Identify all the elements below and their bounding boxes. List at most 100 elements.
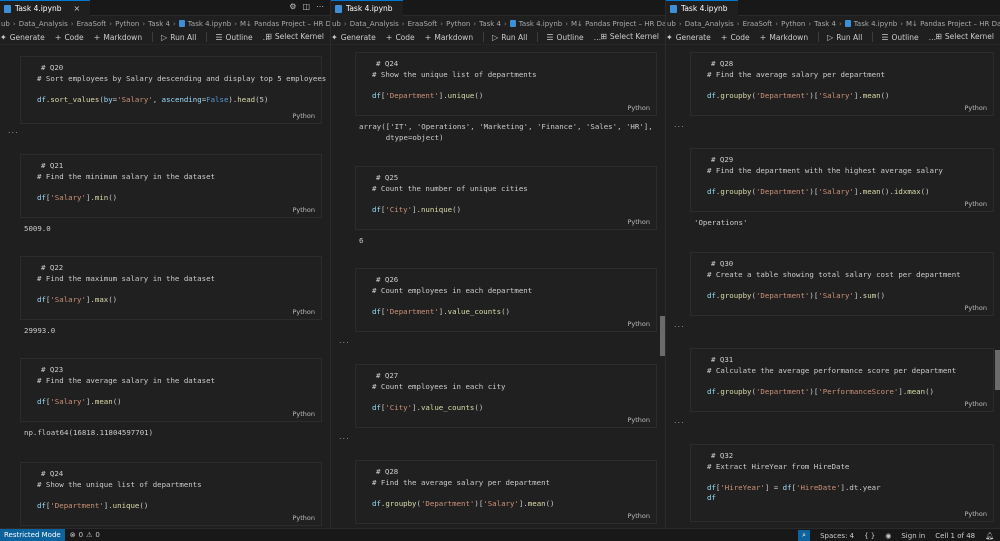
select-kernel-button[interactable]: ⊞ Select Kernel [600, 32, 659, 41]
cell-language-label[interactable]: Python [292, 410, 315, 418]
breadcrumb-item[interactable]: EraaSoft [408, 20, 438, 28]
restricted-mode-badge[interactable]: Restricted Mode [0, 528, 65, 541]
cell-editor[interactable]: # Q25 # Count the number of unique cities… [372, 173, 528, 215]
code-cell[interactable]: # Q24 # Show the unique list of departmen… [20, 462, 322, 526]
more-icon[interactable]: ⋯ [316, 2, 324, 11]
code-cell[interactable]: # Q27 # Count employees in each city df['… [355, 364, 657, 428]
code-cell[interactable]: # Q29 # Find the department with the high… [690, 148, 994, 212]
breadcrumb-item[interactable]: EraaSoft [77, 20, 107, 28]
problems-indicator[interactable]: ⊗ 0 ⚠ 0 [70, 531, 100, 539]
breadcrumb-item[interactable]: Python [115, 20, 139, 28]
cell-language-label[interactable]: Python [964, 400, 987, 408]
cell-editor[interactable]: # Q26 # Count employees in each departmen… [372, 275, 532, 317]
cell-language-label[interactable]: Python [292, 308, 315, 316]
cell-editor[interactable]: # Q24 # Show the unique list of departmen… [37, 469, 202, 511]
breadcrumb-item[interactable]: ub [1, 20, 10, 28]
add-code-button[interactable]: + Code [55, 33, 84, 42]
tab-task4[interactable]: Task 4.ipynb [331, 0, 403, 16]
code-cell[interactable]: # Q25 # Count the number of unique cities… [355, 166, 657, 230]
breadcrumb-item[interactable]: EraaSoft [743, 20, 773, 28]
cell-language-label[interactable]: Python [964, 510, 987, 518]
add-markdown-button[interactable]: + Markdown [760, 33, 808, 42]
signin-status[interactable]: Sign in [901, 532, 925, 540]
breadcrumb-item[interactable]: ub [332, 20, 341, 28]
breadcrumb-item[interactable]: Python [446, 20, 470, 28]
run-all-button[interactable]: ▷ Run All [161, 33, 196, 42]
run-all-button[interactable]: ▷ Run All [827, 33, 862, 42]
outline-button[interactable]: ☰ Outline [215, 33, 252, 42]
breadcrumb-item[interactable]: Task 4 [148, 20, 170, 28]
collapsed-output-icon[interactable]: ... [339, 432, 350, 441]
cell-language-label[interactable]: Python [627, 104, 650, 112]
cell-editor[interactable]: # Q28 # Find the average salary per depar… [707, 59, 890, 101]
code-cell[interactable]: # Q28 # Find the average salary per depar… [690, 52, 994, 116]
add-code-button[interactable]: + Code [386, 33, 415, 42]
cell-language-label[interactable]: Python [627, 416, 650, 424]
breadcrumb-item[interactable]: Python [781, 20, 805, 28]
select-kernel-button[interactable]: ⊞ Select Kernel [265, 32, 324, 41]
add-markdown-button[interactable]: + Markdown [425, 33, 473, 42]
cell-language-label[interactable]: Python [964, 104, 987, 112]
cell-editor[interactable]: # Q22 # Find the maximum salary in the da… [37, 263, 215, 305]
split-editor-icon[interactable]: ◫ [302, 2, 310, 11]
cell-editor[interactable]: # Q29 # Find the department with the high… [707, 155, 943, 197]
cell-editor[interactable]: # Q24 # Show the unique list of departmen… [372, 59, 537, 101]
account-icon[interactable]: ◉ [885, 532, 891, 540]
breadcrumb-item[interactable]: Task 4.ipynb [844, 20, 897, 28]
add-markdown-button[interactable]: + Markdown [94, 33, 142, 42]
breadcrumb-item[interactable]: M↓ Pandas Project – HR Dataset [571, 20, 665, 28]
code-cell[interactable]: # Q30 # Create a table showing total sala… [690, 252, 994, 316]
breadcrumb-item[interactable]: Data_Analysis [19, 20, 68, 28]
breadcrumb-item[interactable]: ub [667, 20, 676, 28]
code-cell[interactable]: # Q32 # Extract HireYear from HireDate df… [690, 444, 994, 522]
add-code-button[interactable]: + Code [721, 33, 750, 42]
breadcrumb-item[interactable]: Task 4 [479, 20, 501, 28]
cell-editor[interactable]: # Q27 # Count employees in each city df['… [372, 371, 506, 413]
cell-language-label[interactable]: Python [292, 514, 315, 522]
bell-icon[interactable]: 🔔︎ [985, 532, 994, 540]
breadcrumb-item[interactable]: Task 4 [814, 20, 836, 28]
cell-language-label[interactable]: Python [627, 218, 650, 226]
cell-language-label[interactable]: Python [292, 112, 315, 120]
code-cell[interactable]: # Q31 # Calculate the average performance… [690, 348, 994, 412]
cell-language-label[interactable]: Python [964, 304, 987, 312]
select-kernel-button[interactable]: ⊞ Select Kernel [935, 32, 994, 41]
generate-button[interactable]: ✦ Generate [666, 33, 711, 42]
code-cell[interactable]: # Q28 # Find the average salary per depar… [355, 460, 657, 524]
code-cell[interactable]: # Q26 # Count employees in each departmen… [355, 268, 657, 332]
code-cell[interactable]: # Q20 # Sort employees by Salary descendi… [20, 56, 326, 124]
cell-editor[interactable]: # Q32 # Extract HireYear from HireDate df… [707, 451, 881, 504]
indentation-status[interactable]: Spaces: 4 [820, 532, 854, 540]
breadcrumb-item[interactable]: Task 4.ipynb [509, 20, 562, 28]
cell-editor[interactable]: # Q23 # Find the average salary in the da… [37, 365, 215, 407]
zoom-icon[interactable]: ⌕ [798, 530, 811, 541]
cell-editor[interactable]: # Q21 # Find the minimum salary in the da… [37, 161, 215, 203]
code-cell[interactable]: # Q23 # Find the average salary in the da… [20, 358, 322, 422]
outline-button[interactable]: ☰ Outline [546, 33, 583, 42]
close-icon[interactable]: × [74, 4, 81, 13]
cell-language-label[interactable]: Python [964, 200, 987, 208]
breadcrumb-item[interactable]: Task 4.ipynb [178, 20, 231, 28]
breadcrumb-item[interactable]: Data_Analysis [350, 20, 399, 28]
generate-button[interactable]: ✦ Generate [331, 33, 376, 42]
tab-task4[interactable]: Task 4.ipynb [666, 0, 738, 16]
run-all-button[interactable]: ▷ Run All [492, 33, 527, 42]
cell-editor[interactable]: # Q30 # Create a table showing total sala… [707, 259, 961, 301]
collapsed-output-icon[interactable]: ... [8, 126, 19, 135]
gear-icon[interactable]: ⚙ [289, 2, 296, 11]
generate-button[interactable]: ✦ Generate [0, 33, 45, 42]
cell-language-label[interactable]: Python [292, 206, 315, 214]
code-cell[interactable]: # Q21 # Find the minimum salary in the da… [20, 154, 322, 218]
breadcrumb-item[interactable]: Data_Analysis [685, 20, 734, 28]
collapsed-output-icon[interactable]: ... [674, 120, 685, 129]
code-cell[interactable]: # Q24 # Show the unique list of departmen… [355, 52, 657, 116]
collapsed-output-icon[interactable]: ... [339, 336, 350, 345]
tab-task4[interactable]: Task 4.ipynb × [0, 0, 91, 16]
cell-editor[interactable]: # Q20 # Sort employees by Salary descendi… [37, 63, 326, 105]
cell-editor[interactable]: # Q31 # Calculate the average performance… [707, 355, 956, 397]
collapsed-output-icon[interactable]: ... [674, 320, 685, 329]
cell-language-label[interactable]: Python [627, 320, 650, 328]
breadcrumb-item[interactable]: M↓ Pandas Project – HR Dataset [240, 20, 330, 28]
code-cell[interactable]: # Q22 # Find the maximum salary in the da… [20, 256, 322, 320]
scrollbar-thumb[interactable] [995, 350, 1000, 390]
